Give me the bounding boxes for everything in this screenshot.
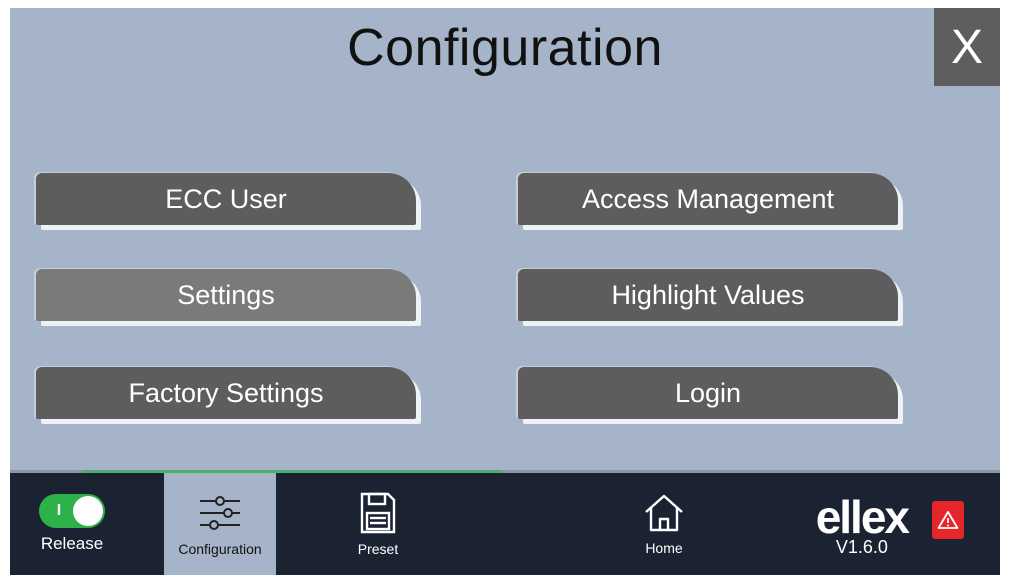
brand-logo: ellex [815,491,910,543]
nav-configuration-label: Configuration [178,541,262,557]
toggle-mark: I [56,502,62,519]
sliders-icon [200,496,240,530]
alarm-button[interactable] [932,501,964,539]
bottom-nav-bar: I Release Configuration Preset Home elle… [10,473,1000,575]
ecc-user-button[interactable]: ECC User [36,173,416,225]
home-icon [645,494,683,532]
floppy-disk-icon [360,492,396,534]
nav-preset[interactable]: Preset [340,473,416,575]
highlight-values-button[interactable]: Highlight Values [518,269,898,321]
toggle-icon[interactable]: I [39,494,105,528]
nav-home[interactable]: Home [626,473,702,575]
nav-release-label: Release [40,534,104,553]
nav-configuration[interactable]: Configuration [164,473,276,575]
page-title: Configuration [347,19,663,77]
factory-settings-button[interactable]: Factory Settings [36,367,416,419]
settings-button[interactable]: Settings [36,269,416,321]
toggle-knob [73,496,103,526]
nav-home-label: Home [645,540,683,556]
warning-icon [937,511,959,529]
login-button[interactable]: Login [518,367,898,419]
configuration-screen: Configuration X ECC User Access Manageme… [10,8,1000,575]
nav-preset-label: Preset [357,541,399,557]
nav-release[interactable]: I Release [24,473,120,575]
access-management-button[interactable]: Access Management [518,173,898,225]
brand: ellex V1.6.0 [815,491,910,558]
close-button[interactable]: X [934,8,1000,86]
